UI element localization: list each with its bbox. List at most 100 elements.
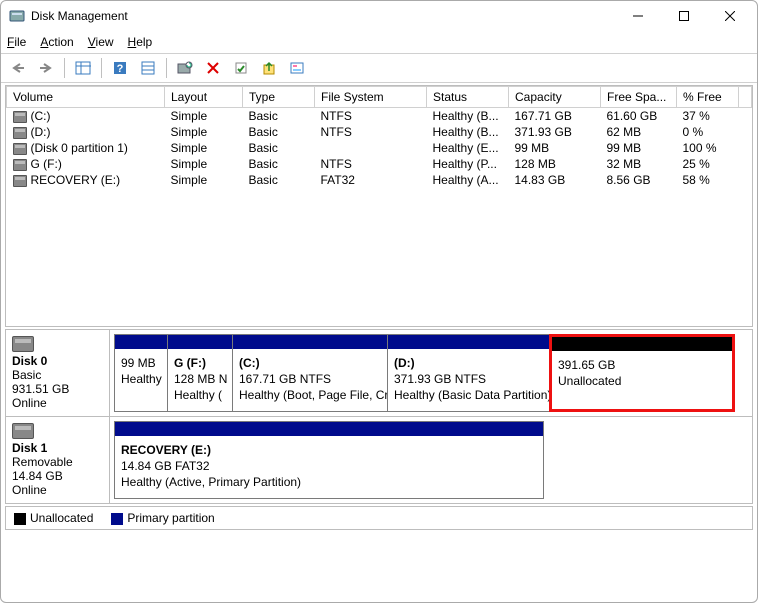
titlebar: Disk Management: [1, 1, 757, 31]
table-row[interactable]: (D:)SimpleBasicNTFSHealthy (B...371.93 G…: [7, 124, 752, 140]
col-status[interactable]: Status: [427, 87, 509, 108]
col-layout[interactable]: Layout: [165, 87, 243, 108]
cell-capacity: 14.83 GB: [509, 172, 601, 188]
properties-button[interactable]: [228, 56, 254, 80]
volume-table: Volume Layout Type File System Status Ca…: [6, 86, 752, 188]
partition[interactable]: 99 MBHealthy: [114, 334, 168, 412]
table-row[interactable]: G (F:)SimpleBasicNTFSHealthy (P...128 MB…: [7, 156, 752, 172]
maximize-button[interactable]: [661, 1, 707, 31]
partition-text: (C:)167.71 GB NTFSHealthy (Boot, Page Fi…: [233, 349, 387, 410]
minimize-button[interactable]: [615, 1, 661, 31]
toolbar: ?: [1, 53, 757, 83]
unallocated-space[interactable]: 391.65 GBUnallocated: [549, 334, 735, 412]
disk-graphical-pane: Disk 0 Basic 931.51 GB Online 99 MBHealt…: [5, 329, 753, 504]
cell-capacity: 167.71 GB: [509, 108, 601, 125]
delete-button[interactable]: [200, 56, 226, 80]
cell-pfree: 25 %: [677, 156, 739, 172]
volume-name: (D:): [31, 125, 51, 139]
settings-button[interactable]: [135, 56, 161, 80]
back-button[interactable]: [5, 56, 31, 80]
cell-type: Basic: [243, 140, 315, 156]
menu-help[interactable]: Help: [128, 35, 153, 49]
volume-name: G (F:): [31, 157, 62, 171]
cell-capacity: 371.93 GB: [509, 124, 601, 140]
primary-stripe: [115, 335, 167, 349]
disk-row: Disk 0 Basic 931.51 GB Online 99 MBHealt…: [6, 330, 752, 417]
app-icon: [9, 8, 25, 24]
cell-capacity: 128 MB: [509, 156, 601, 172]
cell-pfree: 0 %: [677, 124, 739, 140]
col-type[interactable]: Type: [243, 87, 315, 108]
cell-type: Basic: [243, 172, 315, 188]
disk-label: Disk 1: [12, 441, 47, 455]
cell-free: 99 MB: [601, 140, 677, 156]
forward-button[interactable]: [33, 56, 59, 80]
svg-text:?: ?: [117, 63, 124, 75]
cell-pfree: 37 %: [677, 108, 739, 125]
col-filesystem[interactable]: File System: [315, 87, 427, 108]
menubar: File Action View Help: [1, 31, 757, 53]
cell-status: Healthy (B...: [427, 108, 509, 125]
partition-container: 99 MBHealthy G (F:)128 MB NHealthy ( (C:…: [110, 330, 752, 416]
disk-type: Basic: [12, 368, 41, 382]
partition[interactable]: (C:)167.71 GB NTFSHealthy (Boot, Page Fi…: [232, 334, 388, 412]
partition[interactable]: RECOVERY (E:)14.84 GB FAT32Healthy (Acti…: [114, 421, 544, 499]
col-spare[interactable]: [739, 87, 752, 108]
volume-list-pane[interactable]: Volume Layout Type File System Status Ca…: [5, 85, 753, 327]
disk-state: Online: [12, 483, 47, 497]
cell-layout: Simple: [165, 108, 243, 125]
disk-management-window: Disk Management File Action View Help ?: [0, 0, 758, 603]
disk-label: Disk 0: [12, 354, 47, 368]
primary-stripe: [115, 422, 543, 436]
partition-text: G (F:)128 MB NHealthy (: [168, 349, 232, 410]
partition[interactable]: (D:)371.93 GB NTFSHealthy (Basic Data Pa…: [387, 334, 551, 412]
window-title: Disk Management: [31, 9, 128, 23]
cell-type: Basic: [243, 108, 315, 125]
col-capacity[interactable]: Capacity: [509, 87, 601, 108]
disk-info[interactable]: Disk 1 Removable 14.84 GB Online: [6, 417, 110, 503]
cell-free: 32 MB: [601, 156, 677, 172]
cell-capacity: 99 MB: [509, 140, 601, 156]
cell-type: Basic: [243, 156, 315, 172]
disk-icon: [12, 336, 34, 352]
menu-view[interactable]: View: [88, 35, 114, 49]
table-row[interactable]: RECOVERY (E:)SimpleBasicFAT32Healthy (A.…: [7, 172, 752, 188]
partition[interactable]: G (F:)128 MB NHealthy (: [167, 334, 233, 412]
toolbar-btn-5[interactable]: [256, 56, 282, 80]
menu-file[interactable]: File: [7, 35, 26, 49]
disk-info[interactable]: Disk 0 Basic 931.51 GB Online: [6, 330, 110, 416]
partition-text: (D:)371.93 GB NTFSHealthy (Basic Data Pa…: [388, 349, 550, 410]
col-pfree[interactable]: % Free: [677, 87, 739, 108]
volume-icon: [13, 111, 27, 123]
volume-name: (C:): [31, 109, 51, 123]
cell-free: 61.60 GB: [601, 108, 677, 125]
toolbar-btn-6[interactable]: [284, 56, 310, 80]
col-free[interactable]: Free Spa...: [601, 87, 677, 108]
show-hide-tree-button[interactable]: [70, 56, 96, 80]
menu-action[interactable]: Action: [40, 35, 73, 49]
volume-name: RECOVERY (E:): [31, 173, 121, 187]
primary-stripe: [388, 335, 550, 349]
cell-free: 8.56 GB: [601, 172, 677, 188]
partition-text: RECOVERY (E:)14.84 GB FAT32Healthy (Acti…: [115, 436, 543, 497]
cell-pfree: 58 %: [677, 172, 739, 188]
unallocated-swatch: [14, 513, 26, 525]
primary-stripe: [233, 335, 387, 349]
cell-fs: [315, 140, 427, 156]
volume-name: (Disk 0 partition 1): [31, 141, 128, 155]
cell-status: Healthy (E...: [427, 140, 509, 156]
primary-stripe: [168, 335, 232, 349]
cell-free: 62 MB: [601, 124, 677, 140]
cell-layout: Simple: [165, 124, 243, 140]
cell-layout: Simple: [165, 140, 243, 156]
close-button[interactable]: [707, 1, 753, 31]
col-volume[interactable]: Volume: [7, 87, 165, 108]
disk-size: 14.84 GB: [12, 469, 63, 483]
table-row[interactable]: (Disk 0 partition 1) SimpleBasic Healthy (…: [7, 140, 752, 156]
refresh-button[interactable]: [172, 56, 198, 80]
volume-icon: [13, 143, 27, 155]
table-row[interactable]: (C:)SimpleBasicNTFSHealthy (B...167.71 G…: [7, 108, 752, 125]
header-row: Volume Layout Type File System Status Ca…: [7, 87, 752, 108]
cell-pfree: 100 %: [677, 140, 739, 156]
help-button[interactable]: ?: [107, 56, 133, 80]
